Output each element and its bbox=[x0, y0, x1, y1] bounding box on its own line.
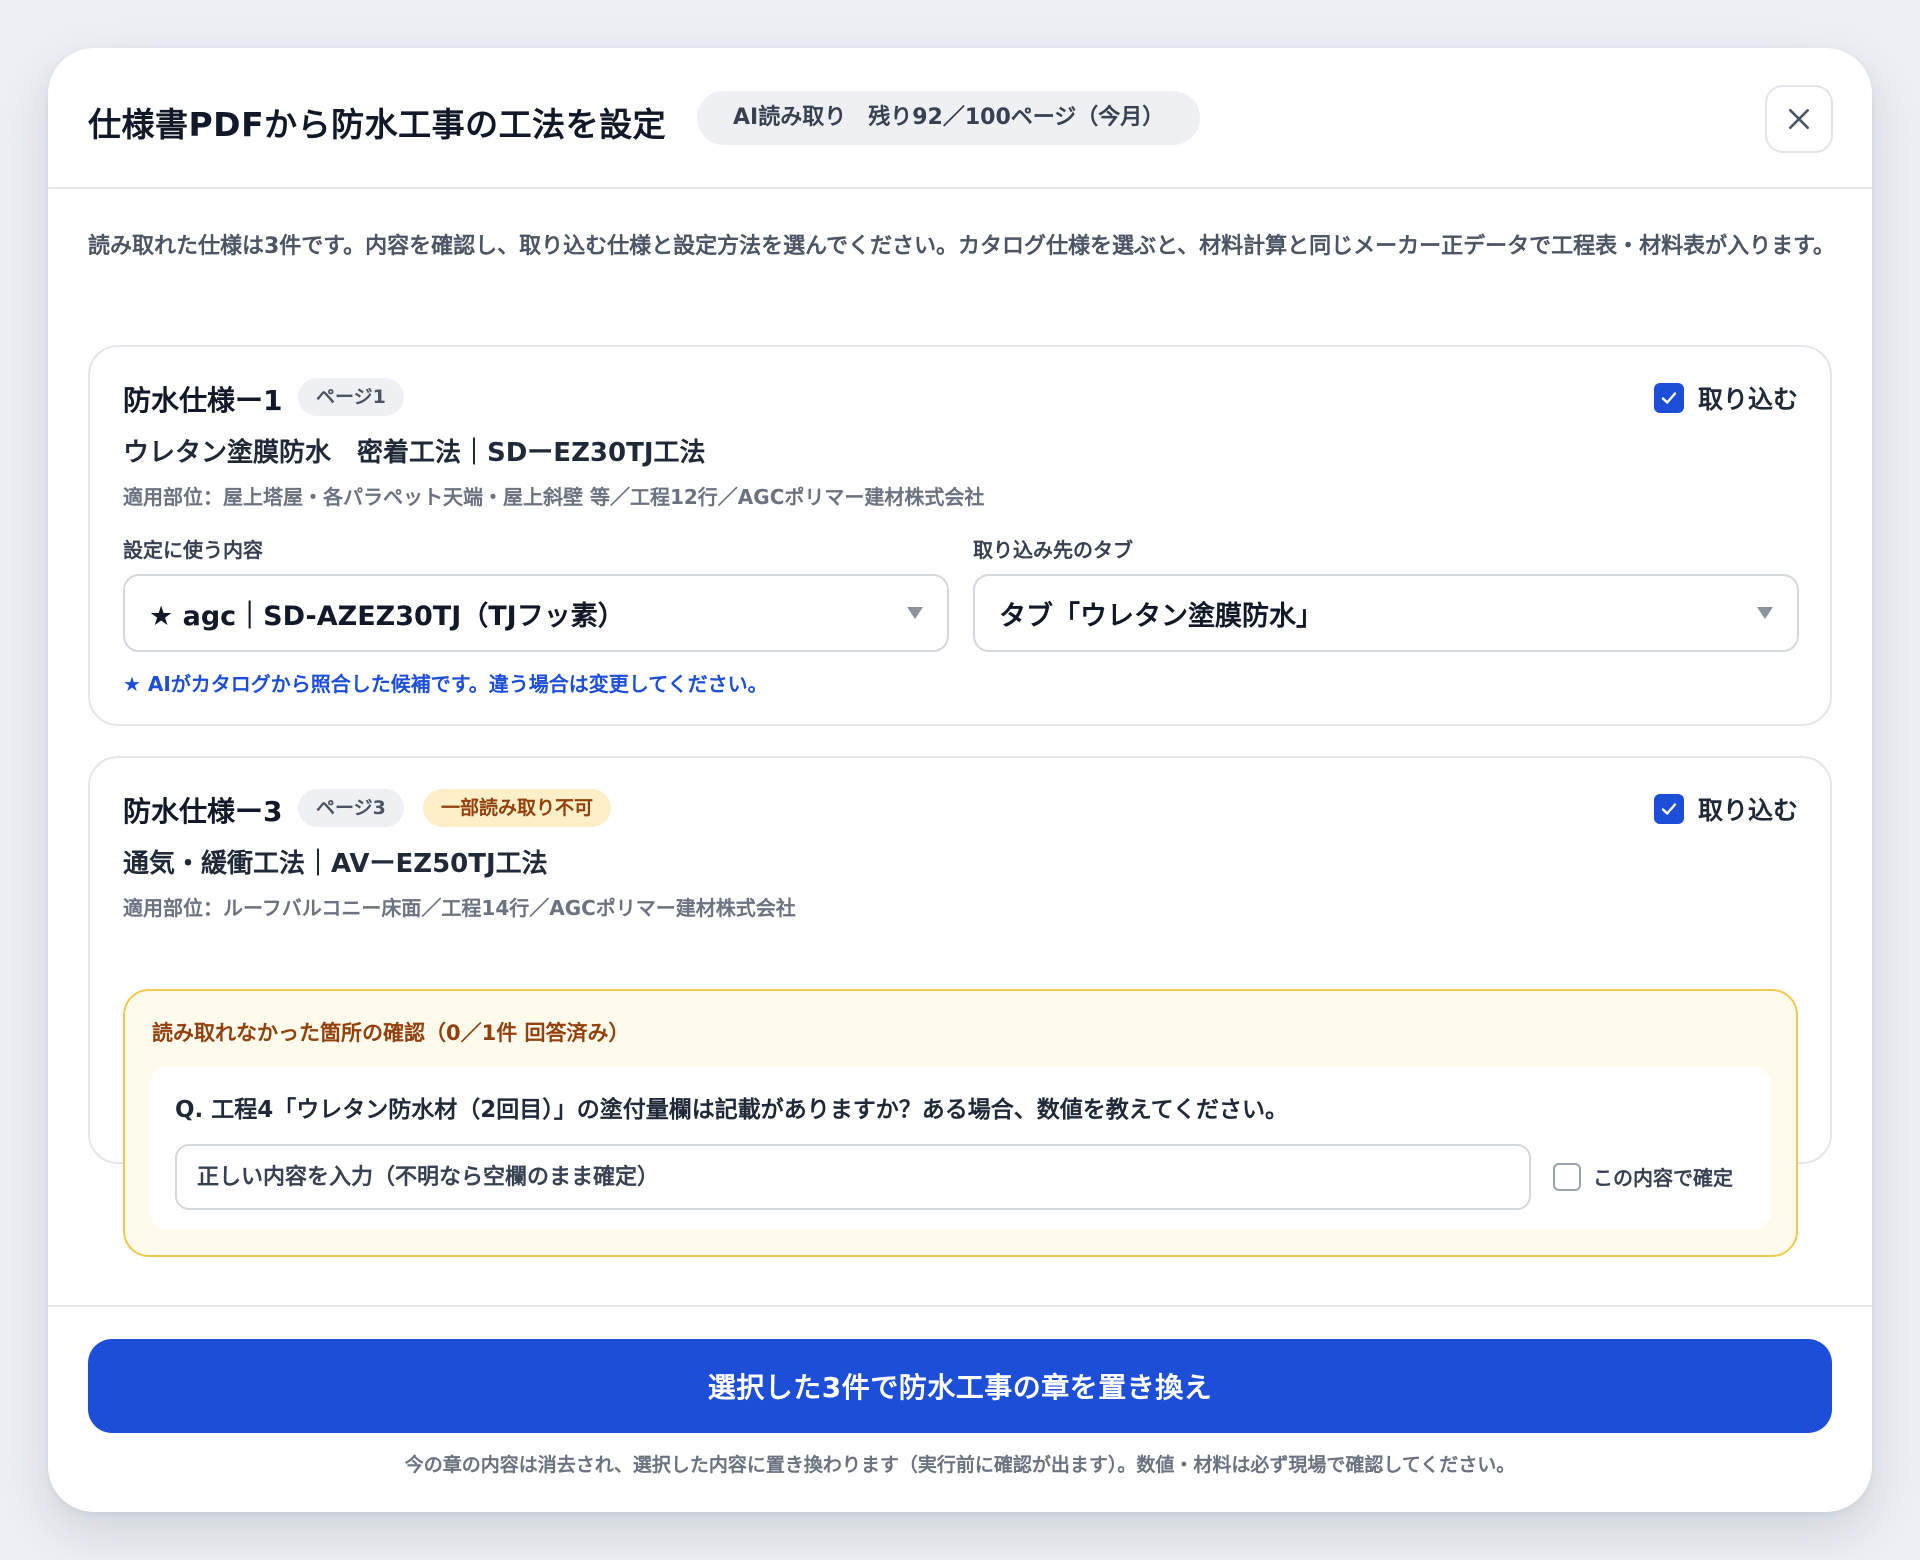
spec-applies-info: 適用部位：屋上塔屋・各パラペット天端・屋上斜壁 等／工程12行／AGCポリマー建… bbox=[123, 485, 985, 509]
checkmark-icon bbox=[1661, 392, 1677, 404]
import-checkbox[interactable]: 取り込む bbox=[1653, 380, 1798, 416]
footer-divider bbox=[48, 1305, 1872, 1307]
import-checkbox[interactable]: 取り込む bbox=[1653, 791, 1798, 827]
chevron-down-icon bbox=[907, 607, 923, 619]
modal-title: 仕様書PDFから防水工事の工法を設定 bbox=[88, 105, 667, 144]
spec-card: 防水仕様ー1 ページ1 取り込む ウレタン塗膜防水 密着工法｜SDーEZ30TJ… bbox=[88, 345, 1832, 726]
spec-title: 防水仕様ー3 bbox=[123, 795, 283, 828]
question-panel: Q. 工程4「ウレタン防水材（2回目）」の塗付量欄は記載がありますか？ある場合、… bbox=[150, 1066, 1771, 1230]
page-badge: ページ3 bbox=[298, 789, 404, 827]
unread-confirmation-title: 読み取れなかった箇所の確認（0／1件 回答済み） bbox=[152, 1021, 630, 1045]
intro-text: 読み取れた仕様は3件です。内容を確認し、取り込む仕様と設定方法を選んでください。… bbox=[88, 234, 1835, 259]
close-icon bbox=[1789, 109, 1809, 129]
close-button[interactable] bbox=[1765, 85, 1833, 153]
spec-card: 防水仕様ー3 ページ3 一部読み取り不可 取り込む 通気・緩衝工法｜AVーEZ5… bbox=[88, 756, 1832, 1257]
ai-quota-badge: AI読み取り 残り92／100ページ（今月） bbox=[697, 91, 1201, 145]
confirm-checkbox[interactable]: この内容で確定 bbox=[1553, 1162, 1733, 1191]
replace-chapter-button[interactable]: 選択した3件で防水工事の章を置き換え bbox=[88, 1339, 1832, 1433]
confirm-label: この内容で確定 bbox=[1593, 1166, 1733, 1190]
modal-header: 仕様書PDFから防水工事の工法を設定 AI読み取り 残り92／100ページ（今月… bbox=[48, 48, 1872, 189]
footer-note: 今の章の内容は消去され、選択した内容に置き換わります（実行前に確認が出ます）。数… bbox=[404, 1454, 1516, 1476]
content-select-label: 設定に使う内容 bbox=[123, 538, 263, 562]
answer-input[interactable] bbox=[175, 1144, 1531, 1210]
content-select-value: ★ agc｜SD-AZEZ30TJ（TJフッ素） bbox=[149, 600, 625, 632]
checkmark-icon bbox=[1661, 803, 1677, 815]
checkbox-unchecked[interactable] bbox=[1553, 1162, 1581, 1191]
question-text: Q. 工程4「ウレタン防水材（2回目）」の塗付量欄は記載がありますか？ある場合、… bbox=[175, 1097, 1288, 1123]
spec-applies-info: 適用部位：ルーフバルコニー床面／工程14行／AGCポリマー建材株式会社 bbox=[123, 896, 796, 920]
partial-read-warning-badge: 一部読み取り不可 bbox=[423, 789, 612, 827]
tab-select-label: 取り込み先のタブ bbox=[973, 538, 1133, 562]
unread-confirmation-box: 読み取れなかった箇所の確認（0／1件 回答済み） Q. 工程4「ウレタン防水材（… bbox=[123, 989, 1798, 1257]
spec-title: 防水仕様ー1 bbox=[123, 384, 283, 417]
content-select[interactable]: ★ agc｜SD-AZEZ30TJ（TJフッ素） bbox=[123, 574, 949, 652]
spec-import-modal: 仕様書PDFから防水工事の工法を設定 AI読み取り 残り92／100ページ（今月… bbox=[48, 48, 1872, 1512]
checkbox-checked[interactable] bbox=[1653, 383, 1684, 413]
import-label: 取り込む bbox=[1697, 385, 1798, 414]
import-label: 取り込む bbox=[1697, 796, 1798, 825]
tab-select-value: タブ「ウレタン塗膜防水」 bbox=[999, 600, 1323, 632]
page-badge: ページ1 bbox=[298, 378, 404, 416]
tab-select[interactable]: タブ「ウレタン塗膜防水」 bbox=[973, 574, 1799, 652]
checkbox-checked[interactable] bbox=[1653, 794, 1684, 824]
spec-method-name: ウレタン塗膜防水 密着工法｜SDーEZ30TJ工法 bbox=[123, 438, 706, 468]
chevron-down-icon bbox=[1757, 607, 1773, 619]
ai-match-hint: ★ AIがカタログから照合した候補です。違う場合は変更してください。 bbox=[123, 672, 768, 696]
spec-method-name: 通気・緩衝工法｜AVーEZ50TJ工法 bbox=[123, 849, 548, 879]
